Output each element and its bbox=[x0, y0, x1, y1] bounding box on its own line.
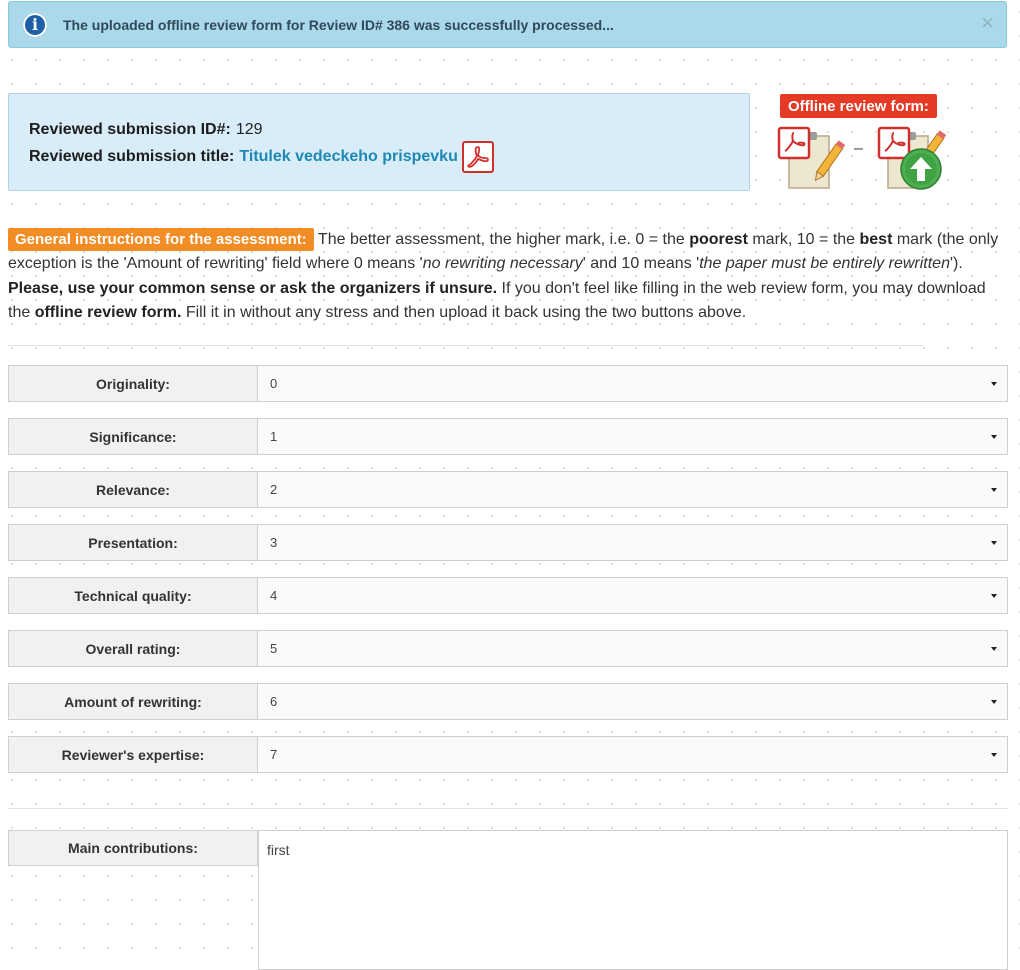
instr-text-1: The better assessment, the higher mark, … bbox=[313, 231, 690, 248]
selected-value: 1 bbox=[270, 429, 278, 444]
caret-down-icon bbox=[991, 382, 997, 386]
instr-bold-poorest: poorest bbox=[689, 231, 748, 248]
info-circle-icon: i bbox=[23, 12, 47, 37]
rating-row-reviewers-expertise: Reviewer's expertise: 7 bbox=[8, 736, 1008, 773]
selected-value: 6 bbox=[270, 694, 278, 709]
alert-message: The uploaded offline review form for Rev… bbox=[63, 16, 614, 33]
originality-select[interactable]: 0 bbox=[258, 365, 1008, 402]
pdf-edit-download-icon[interactable] bbox=[777, 124, 847, 192]
submission-title-line: Reviewed submission title: Titulek vedec… bbox=[29, 140, 749, 173]
divider bbox=[8, 808, 1008, 809]
submission-title-link[interactable]: Titulek vedeckeho prispevku bbox=[239, 148, 457, 166]
instr-bold-common-sense: Please, use your common sense or ask the… bbox=[8, 279, 498, 297]
instr-text-7: Fill it in without any stress and then u… bbox=[181, 303, 747, 321]
instr-text-2: mark, 10 = the bbox=[747, 231, 860, 248]
rating-label: Originality: bbox=[8, 365, 258, 402]
instr-text-5: '). bbox=[949, 255, 963, 273]
rating-label: Technical quality: bbox=[8, 577, 258, 614]
submission-id-value: 129 bbox=[235, 120, 263, 138]
success-alert: i The uploaded offline review form for R… bbox=[8, 1, 1007, 48]
rating-label: Amount of rewriting: bbox=[8, 683, 258, 720]
selected-value: 2 bbox=[270, 482, 278, 497]
instr-text-4: ' and 10 means ' bbox=[582, 255, 700, 273]
rating-label: Presentation: bbox=[8, 524, 258, 561]
rating-row-overall-rating: Overall rating: 5 bbox=[8, 630, 1008, 667]
rating-row-amount-of-rewriting: Amount of rewriting: 6 bbox=[8, 683, 1008, 720]
submission-id-label: Reviewed submission ID#: bbox=[29, 120, 231, 138]
caret-down-icon bbox=[991, 541, 997, 545]
offline-review-form-label: Offline review form: bbox=[780, 94, 937, 118]
rating-label: Significance: bbox=[8, 418, 258, 455]
significance-select[interactable]: 1 bbox=[258, 418, 1008, 455]
instructions-badge: General instructions for the assessment: bbox=[8, 228, 314, 251]
caret-down-icon bbox=[991, 753, 997, 757]
assessment-instructions: General instructions for the assessment:… bbox=[8, 228, 1012, 325]
selected-value: 0 bbox=[270, 376, 278, 391]
rating-row-originality: Originality: 0 bbox=[8, 365, 1008, 402]
pdf-icon[interactable] bbox=[461, 140, 494, 173]
caret-down-icon bbox=[991, 488, 997, 492]
rating-row-presentation: Presentation: 3 bbox=[8, 524, 1008, 561]
rating-row-significance: Significance: 1 bbox=[8, 418, 1008, 455]
overall-rating-select[interactable]: 5 bbox=[258, 630, 1008, 667]
caret-down-icon bbox=[991, 435, 997, 439]
technical-quality-select[interactable]: 4 bbox=[258, 577, 1008, 614]
instr-italic-no-rewriting: no rewriting necessary bbox=[422, 255, 583, 273]
pdf-upload-icon[interactable] bbox=[876, 124, 948, 192]
rating-label: Overall rating: bbox=[8, 630, 258, 667]
rating-row-technical-quality: Technical quality: 4 bbox=[8, 577, 1008, 614]
caret-down-icon bbox=[991, 594, 997, 598]
submission-info-panel: Reviewed submission ID#: 129 Reviewed su… bbox=[8, 93, 750, 191]
presentation-select[interactable]: 3 bbox=[258, 524, 1008, 561]
instr-bold-best: best bbox=[859, 231, 893, 248]
submission-id-line: Reviewed submission ID#: 129 bbox=[29, 116, 749, 143]
rating-row-relevance: Relevance: 2 bbox=[8, 471, 1008, 508]
divider bbox=[8, 345, 924, 346]
selected-value: 4 bbox=[270, 588, 278, 603]
offline-form-separator: – bbox=[854, 140, 863, 157]
caret-down-icon bbox=[991, 647, 997, 651]
selected-value: 5 bbox=[270, 641, 278, 656]
instr-bold-offline-form: offline review form. bbox=[34, 303, 182, 321]
amount-of-rewriting-select[interactable]: 6 bbox=[258, 683, 1008, 720]
instr-italic-rewritten: the paper must be entirely rewritten bbox=[699, 255, 950, 273]
submission-title-label: Reviewed submission title: bbox=[29, 147, 235, 165]
main-contributions-textarea[interactable]: first bbox=[258, 830, 1008, 970]
close-icon[interactable]: × bbox=[981, 12, 994, 34]
selected-value: 7 bbox=[270, 747, 278, 762]
caret-down-icon bbox=[991, 700, 997, 704]
reviewers-expertise-select[interactable]: 7 bbox=[258, 736, 1008, 773]
selected-value: 3 bbox=[270, 535, 278, 550]
relevance-select[interactable]: 2 bbox=[258, 471, 1008, 508]
rating-label: Relevance: bbox=[8, 471, 258, 508]
rating-label: Reviewer's expertise: bbox=[8, 736, 258, 773]
main-contributions-label: Main contributions: bbox=[8, 830, 258, 866]
